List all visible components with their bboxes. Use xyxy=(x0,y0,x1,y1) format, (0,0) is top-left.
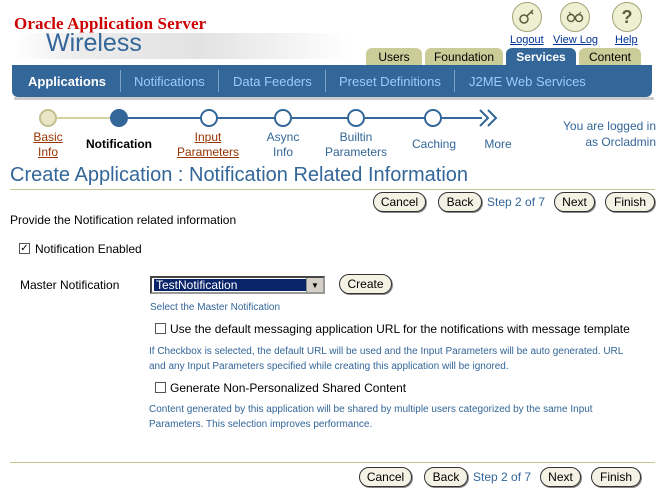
help-link[interactable]: ? xyxy=(612,2,642,32)
subnav-data-feeders[interactable]: Data Feeders xyxy=(233,74,312,89)
next-button-top[interactable]: Next xyxy=(554,192,595,212)
train-label-builtin-parameters: Builtin Parameters xyxy=(321,130,391,160)
train-label-line: Parameters xyxy=(324,145,388,159)
shared-content-help-line: Parameters. This selection improves perf… xyxy=(149,419,373,430)
train-connector xyxy=(218,117,275,119)
next-button-bottom[interactable]: Next xyxy=(540,467,581,487)
shared-content-checkbox[interactable] xyxy=(155,382,166,393)
step-indicator-bottom: Step 2 of 7 xyxy=(473,470,532,484)
train-label-line: Async xyxy=(266,130,300,144)
master-notification-selected-value: TestNotification xyxy=(154,279,307,291)
train-more-arrow-icon[interactable] xyxy=(478,108,500,128)
train-connector xyxy=(292,117,348,119)
train-connector xyxy=(128,117,201,119)
train-label-line: Info xyxy=(37,145,58,159)
shared-content-label: Generate Non-Personalized Shared Content xyxy=(170,381,407,395)
navbar-separator xyxy=(120,70,121,92)
login-status: You are logged in as Orcladmin xyxy=(530,118,656,150)
cancel-button-top[interactable]: Cancel xyxy=(373,192,426,212)
bottom-divider xyxy=(10,462,655,463)
shared-content-help: Content generated by this application wi… xyxy=(149,402,649,432)
page-title: Create Application : Notification Relate… xyxy=(10,164,469,186)
train-connector xyxy=(365,117,425,119)
navbar-separator xyxy=(325,70,326,92)
train-connector xyxy=(442,117,482,119)
finish-button-bottom[interactable]: Finish xyxy=(591,467,641,487)
shared-content-help-line: Content generated by this application wi… xyxy=(149,404,593,415)
step-indicator-top: Step 2 of 7 xyxy=(487,195,546,209)
tab-services[interactable]: Services xyxy=(506,48,576,65)
back-button-top[interactable]: Back xyxy=(438,192,482,212)
tab-content[interactable]: Content xyxy=(579,48,641,65)
view-log-icon xyxy=(560,2,590,32)
tab-foundation[interactable]: Foundation xyxy=(425,48,503,65)
train-label-input-parameters[interactable]: Input Parameters xyxy=(172,130,244,160)
train-stop-basic-info[interactable] xyxy=(39,109,57,127)
train-label-line: Parameters xyxy=(176,145,240,159)
train-stop-input-parameters[interactable] xyxy=(200,109,218,127)
default-url-help-line: If Checkbox is selected, the default URL… xyxy=(149,346,624,357)
train-label-line: Input xyxy=(194,130,222,144)
navbar-separator xyxy=(454,70,455,92)
logout-link[interactable] xyxy=(512,2,542,32)
finish-button-top[interactable]: Finish xyxy=(605,192,655,212)
train-label-basic-info[interactable]: Basic Info xyxy=(28,130,68,160)
login-status-line: as Orcladmin xyxy=(585,135,656,149)
train-stop-async-info xyxy=(274,109,292,127)
train-label-caching: Caching xyxy=(406,137,462,152)
default-url-checkbox[interactable] xyxy=(155,323,166,334)
cancel-button-bottom[interactable]: Cancel xyxy=(359,467,412,487)
subnav-preset-definitions[interactable]: Preset Definitions xyxy=(339,74,441,89)
train-label-notification: Notification xyxy=(82,137,156,152)
view-log-link-label[interactable]: View Log xyxy=(553,34,598,46)
train-stop-caching xyxy=(424,109,442,127)
navbar-separator xyxy=(218,70,219,92)
tab-users[interactable]: Users xyxy=(366,48,422,65)
default-url-help-line: and any Input Parameters specified while… xyxy=(149,361,509,372)
train-label-line: Builtin xyxy=(339,130,373,144)
train-connector xyxy=(57,117,111,119)
logout-icon xyxy=(512,2,542,32)
help-link-label[interactable]: Help xyxy=(615,34,638,46)
master-notification-help: Select the Master Notification xyxy=(150,302,281,313)
view-log-link[interactable] xyxy=(560,2,590,32)
train-stop-notification xyxy=(110,109,128,127)
master-notification-select[interactable]: TestNotification ▼ xyxy=(150,276,325,294)
subnav-j2me-web-services[interactable]: J2ME Web Services xyxy=(469,74,586,89)
train-label-line: Info xyxy=(272,145,293,159)
instruction-text: Provide the Notification related informa… xyxy=(10,213,237,227)
default-url-label: Use the default messaging application UR… xyxy=(170,322,630,336)
title-divider xyxy=(10,189,655,190)
login-status-line: You are logged in xyxy=(563,119,656,133)
default-url-help: If Checkbox is selected, the default URL… xyxy=(149,344,665,374)
notification-enabled-label: Notification Enabled xyxy=(35,242,142,256)
notification-enabled-checkbox[interactable]: ✓ xyxy=(19,243,30,254)
train-label-async-info: Async Info xyxy=(258,130,308,160)
brand-wireless-text: Wireless xyxy=(46,29,142,57)
train-label-more[interactable]: More xyxy=(479,137,517,152)
navbar-shadow xyxy=(14,97,654,100)
train-label-line: Notification xyxy=(86,137,152,151)
create-button[interactable]: Create xyxy=(339,274,392,294)
master-notification-label: Master Notification xyxy=(20,278,120,292)
subnav-applications[interactable]: Applications xyxy=(28,74,106,89)
train-label-line: Basic xyxy=(33,130,63,144)
back-button-bottom[interactable]: Back xyxy=(424,467,468,487)
help-icon: ? xyxy=(612,2,642,32)
subnav-notifications[interactable]: Notifications xyxy=(134,74,205,89)
train-label-line: Caching xyxy=(411,137,457,151)
dropdown-arrow-icon[interactable]: ▼ xyxy=(306,278,323,292)
train-stop-builtin-parameters xyxy=(347,109,365,127)
logout-link-label[interactable]: Logout xyxy=(510,34,544,46)
